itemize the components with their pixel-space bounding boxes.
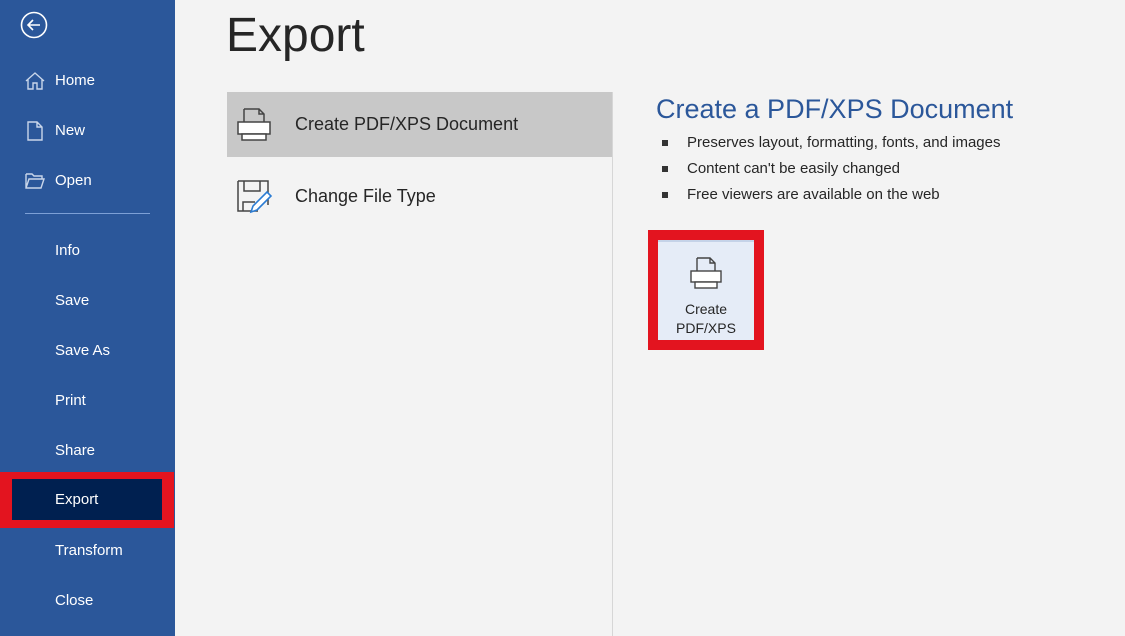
bullet-item: Content can't be easily changed xyxy=(660,158,1000,184)
button-line: Create xyxy=(684,301,728,317)
sidebar-item-print[interactable]: Print xyxy=(0,380,175,420)
highlight-frame: Export xyxy=(0,472,174,528)
bullet-item: Preserves layout, formatting, fonts, and… xyxy=(660,132,1000,158)
sidebar-item-label: Export xyxy=(55,491,99,508)
open-folder-icon xyxy=(25,173,45,189)
sidebar-item-label: New xyxy=(55,121,86,139)
option-change-file-type[interactable]: Change File Type xyxy=(227,164,612,229)
detail-bullets: Preserves layout, formatting, fonts, and… xyxy=(660,132,1000,210)
sidebar-item-label: Save xyxy=(55,291,90,309)
option-create-pdf-xps[interactable]: Create PDF/XPS Document xyxy=(227,92,612,157)
sidebar-item-share[interactable]: Share xyxy=(0,430,175,470)
backstage-sidebar: Home New Open Info Save Save As Print Sh… xyxy=(0,0,175,636)
sidebar-item-transform[interactable]: Transform xyxy=(0,530,175,570)
pdf-printer-icon xyxy=(690,257,722,289)
export-options-list: Create PDF/XPS Document Change File Type xyxy=(227,92,613,636)
create-pdf-xps-label: Create PDF/XPS xyxy=(658,300,754,338)
sidebar-item-label: Transform xyxy=(55,541,123,559)
sidebar-item-info[interactable]: Info xyxy=(0,230,175,270)
sidebar-divider xyxy=(25,213,150,214)
sidebar-item-save[interactable]: Save xyxy=(0,280,175,320)
highlight-frame: Create PDF/XPS xyxy=(648,230,764,350)
home-icon xyxy=(25,72,45,90)
bullet-icon xyxy=(662,140,668,146)
bullet-text: Content can't be easily changed xyxy=(687,160,901,177)
sidebar-item-label: Close xyxy=(55,591,94,609)
option-label: Create PDF/XPS Document xyxy=(295,114,519,134)
sidebar-item-label: Open xyxy=(55,171,92,189)
bullet-text: Free viewers are available on the web xyxy=(687,186,940,203)
bullet-item: Free viewers are available on the web xyxy=(660,184,1000,210)
new-document-icon xyxy=(27,121,43,141)
bullet-icon xyxy=(662,166,668,172)
sidebar-item-close[interactable]: Close xyxy=(0,580,175,620)
sidebar-item-label: Home xyxy=(55,71,96,89)
button-line: PDF/XPS xyxy=(676,320,736,336)
pdf-printer-icon xyxy=(237,108,271,141)
bullet-icon xyxy=(662,192,668,198)
sidebar-item-new[interactable]: New xyxy=(0,110,175,150)
back-arrow-circle-icon[interactable] xyxy=(20,11,48,39)
sidebar-item-label: Info xyxy=(55,241,81,259)
sidebar-item-label: Print xyxy=(55,391,86,409)
sidebar-item-home[interactable]: Home xyxy=(0,60,175,100)
create-pdf-xps-button[interactable]: Create PDF/XPS xyxy=(658,240,754,340)
sidebar-item-label: Save As xyxy=(55,341,111,359)
page-title: Export xyxy=(226,9,365,62)
sidebar-item-label: Share xyxy=(55,441,96,459)
option-label: Change File Type xyxy=(295,186,436,206)
detail-title: Create a PDF/XPS Document xyxy=(656,94,1014,124)
change-file-type-icon xyxy=(237,180,273,214)
sidebar-item-save-as[interactable]: Save As xyxy=(0,330,175,370)
sidebar-item-export[interactable]: Export xyxy=(12,479,162,520)
bullet-text: Preserves layout, formatting, fonts, and… xyxy=(687,134,1001,151)
sidebar-item-open[interactable]: Open xyxy=(0,160,175,200)
